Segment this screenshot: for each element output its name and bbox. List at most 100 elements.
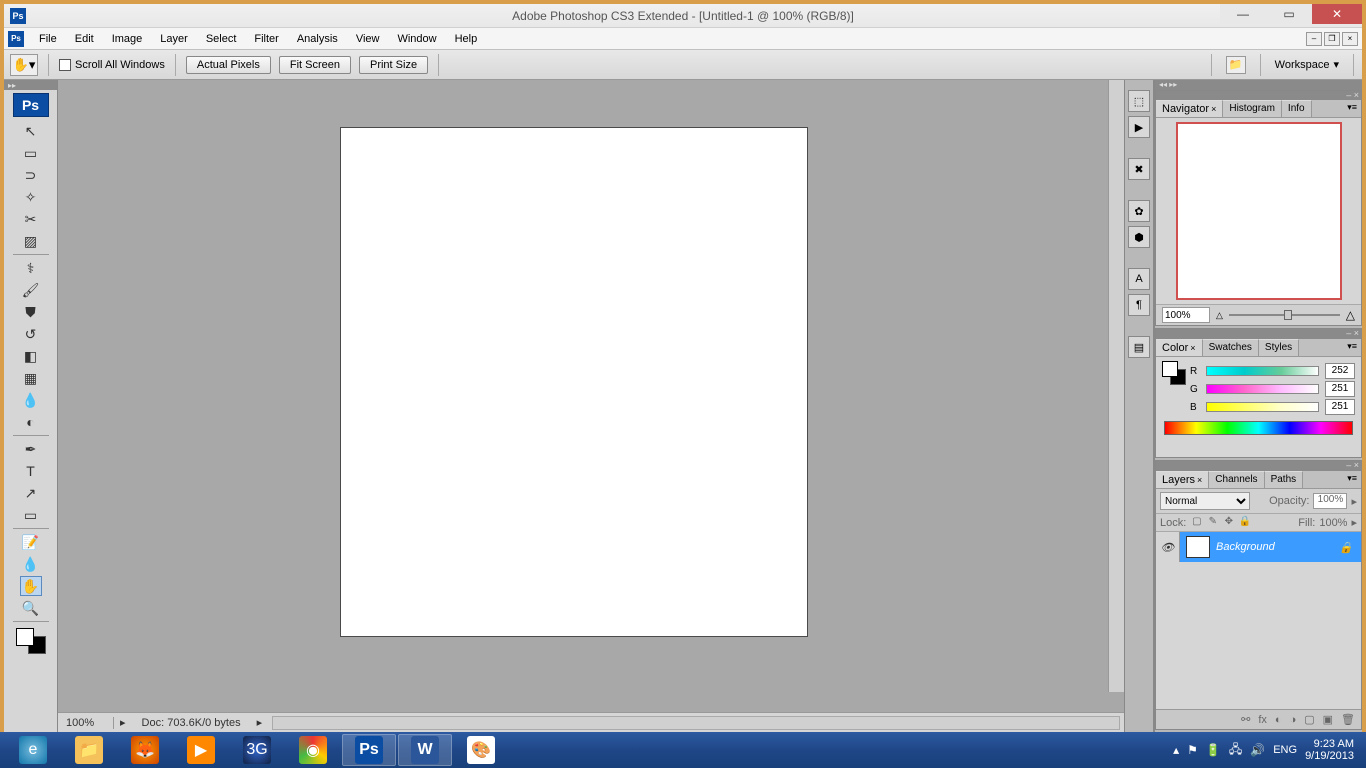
color-panel-swatches[interactable] <box>1162 361 1186 385</box>
tab-histogram[interactable]: Histogram <box>1223 100 1282 117</box>
navigator-preview[interactable] <box>1176 122 1342 300</box>
blend-mode-select[interactable]: Normal <box>1160 492 1250 510</box>
status-menu-arrow-icon[interactable]: ▸ <box>251 716 269 729</box>
menu-filter[interactable]: Filter <box>245 28 287 50</box>
lasso-tool[interactable]: ⊃ <box>20 165 42 185</box>
tray-volume-icon[interactable]: 🔊 <box>1250 743 1265 757</box>
tab-color[interactable]: Color× <box>1156 339 1203 356</box>
print-size-button[interactable]: Print Size <box>359 56 428 74</box>
taskbar-3g[interactable]: 3G <box>230 734 284 766</box>
dock-icon-6[interactable]: A <box>1128 268 1150 290</box>
layer-visibility-icon[interactable]: 👁 <box>1156 532 1180 562</box>
tab-swatches[interactable]: Swatches <box>1203 339 1259 356</box>
navigator-zoom-slider[interactable] <box>1229 312 1340 318</box>
layer-thumbnail[interactable] <box>1186 536 1210 558</box>
zoom-out-icon[interactable]: △ <box>1216 310 1223 321</box>
tray-clock[interactable]: 9:23 AM 9/19/2013 <box>1305 738 1360 762</box>
crop-tool[interactable]: ✂ <box>20 209 42 229</box>
fill-field[interactable]: 100% <box>1319 517 1347 529</box>
layer-name[interactable]: Background <box>1216 541 1275 553</box>
taskbar-word[interactable]: W <box>398 734 452 766</box>
color-ramp[interactable] <box>1164 421 1353 435</box>
dock-icon-4[interactable]: ✿ <box>1128 200 1150 222</box>
tab-navigator[interactable]: Navigator× <box>1156 100 1223 117</box>
zoom-field[interactable]: 100% <box>58 717 114 729</box>
dock-icon-7[interactable]: ¶ <box>1128 294 1150 316</box>
maximize-button[interactable]: ▭ <box>1266 4 1312 24</box>
taskbar-explorer[interactable]: 📁 <box>62 734 116 766</box>
menu-view[interactable]: View <box>347 28 389 50</box>
slice-tool[interactable]: ▨ <box>20 231 42 251</box>
zoom-tool[interactable]: 🔍 <box>20 598 42 618</box>
tray-network-icon[interactable]: 🖧 <box>1229 740 1242 761</box>
zoom-in-icon[interactable]: △ <box>1346 308 1355 322</box>
hand-tool[interactable]: ✋ <box>20 576 42 596</box>
link-layers-icon[interactable]: ⚯ <box>1241 713 1250 726</box>
layer-style-icon[interactable]: fx <box>1258 714 1267 726</box>
tool-preset-picker[interactable]: ✋▾ <box>10 54 38 76</box>
pen-tool[interactable]: ✒ <box>20 439 42 459</box>
tab-info[interactable]: Info <box>1282 100 1312 117</box>
tab-styles[interactable]: Styles <box>1259 339 1299 356</box>
fill-arrow-icon[interactable]: ▸ <box>1351 516 1357 529</box>
brush-tool[interactable]: 🖌 <box>20 280 42 300</box>
menu-file[interactable]: File <box>30 28 66 50</box>
menu-window[interactable]: Window <box>388 28 445 50</box>
color-swatches[interactable] <box>16 628 46 654</box>
go-to-bridge-button[interactable]: 📁 <box>1226 56 1246 74</box>
b-value[interactable]: 251 <box>1325 399 1355 415</box>
taskbar-photoshop[interactable]: Ps <box>342 734 396 766</box>
fit-screen-button[interactable]: Fit Screen <box>279 56 351 74</box>
tab-channels[interactable]: Channels <box>1209 471 1264 488</box>
actual-pixels-button[interactable]: Actual Pixels <box>186 56 271 74</box>
g-value[interactable]: 251 <box>1325 381 1355 397</box>
panel-menu-icon[interactable]: ▾≡ <box>1343 471 1361 488</box>
layer-mask-icon[interactable]: ◐ <box>1275 714 1282 726</box>
panel-menu-icon[interactable]: ▾≡ <box>1343 339 1361 356</box>
tray-flag-icon[interactable]: ⚑ <box>1187 743 1198 757</box>
lock-position-icon[interactable]: ✥ <box>1222 516 1235 529</box>
opacity-field[interactable]: 100% <box>1313 493 1347 509</box>
dock-icon-8[interactable]: ▤ <box>1128 336 1150 358</box>
status-arrow-icon[interactable]: ▸ <box>114 716 132 729</box>
b-slider[interactable] <box>1206 402 1319 412</box>
dock-icon-3[interactable]: ✖ <box>1128 158 1150 180</box>
tab-paths[interactable]: Paths <box>1265 471 1304 488</box>
tab-layers[interactable]: Layers× <box>1156 471 1209 488</box>
menu-image[interactable]: Image <box>103 28 152 50</box>
opacity-arrow-icon[interactable]: ▸ <box>1351 495 1357 508</box>
taskbar-chrome[interactable]: ◉ <box>286 734 340 766</box>
g-slider[interactable] <box>1206 384 1319 394</box>
workspace-menu[interactable]: Workspace▾ <box>1275 58 1339 71</box>
scrollbar-vertical[interactable] <box>1108 80 1124 692</box>
delete-layer-icon[interactable]: 🗑 <box>1341 713 1355 726</box>
canvas-area[interactable] <box>58 80 1124 712</box>
ps-mini-icon[interactable]: Ps <box>8 31 24 47</box>
healing-tool[interactable]: ⚕ <box>20 258 42 278</box>
taskbar-paint[interactable]: 🎨 <box>454 734 508 766</box>
toolbox-handle[interactable]: ▸▸ <box>4 80 57 90</box>
taskbar-ie[interactable]: e <box>6 734 60 766</box>
minimize-button[interactable]: — <box>1220 4 1266 24</box>
marquee-tool[interactable]: ▭ <box>20 143 42 163</box>
taskbar-firefox[interactable]: 🦊 <box>118 734 172 766</box>
scroll-all-checkbox[interactable] <box>59 59 71 71</box>
dodge-tool[interactable]: ◐ <box>20 412 42 432</box>
move-tool[interactable]: ↖ <box>20 121 42 141</box>
layer-group-icon[interactable]: ▢ <box>1304 713 1314 726</box>
r-slider[interactable] <box>1206 366 1319 376</box>
eyedropper-tool[interactable]: 💧 <box>20 554 42 574</box>
quick-select-tool[interactable]: ✧ <box>20 187 42 207</box>
dock-icon-2[interactable]: ▶ <box>1128 116 1150 138</box>
menu-help[interactable]: Help <box>446 28 487 50</box>
type-tool[interactable]: T <box>20 461 42 481</box>
doc-restore-button[interactable]: ❐ <box>1324 32 1340 46</box>
close-button[interactable]: ✕ <box>1312 4 1362 24</box>
lock-pixels-icon[interactable]: ✎ <box>1206 516 1219 529</box>
panel-menu-icon[interactable]: ▾≡ <box>1343 100 1361 117</box>
dock-icon-5[interactable]: ⬢ <box>1128 226 1150 248</box>
doc-size-info[interactable]: Doc: 703.6K/0 bytes <box>132 717 251 729</box>
dock-icon-1[interactable]: ⬚ <box>1128 90 1150 112</box>
menu-select[interactable]: Select <box>197 28 246 50</box>
doc-minimize-button[interactable]: – <box>1306 32 1322 46</box>
